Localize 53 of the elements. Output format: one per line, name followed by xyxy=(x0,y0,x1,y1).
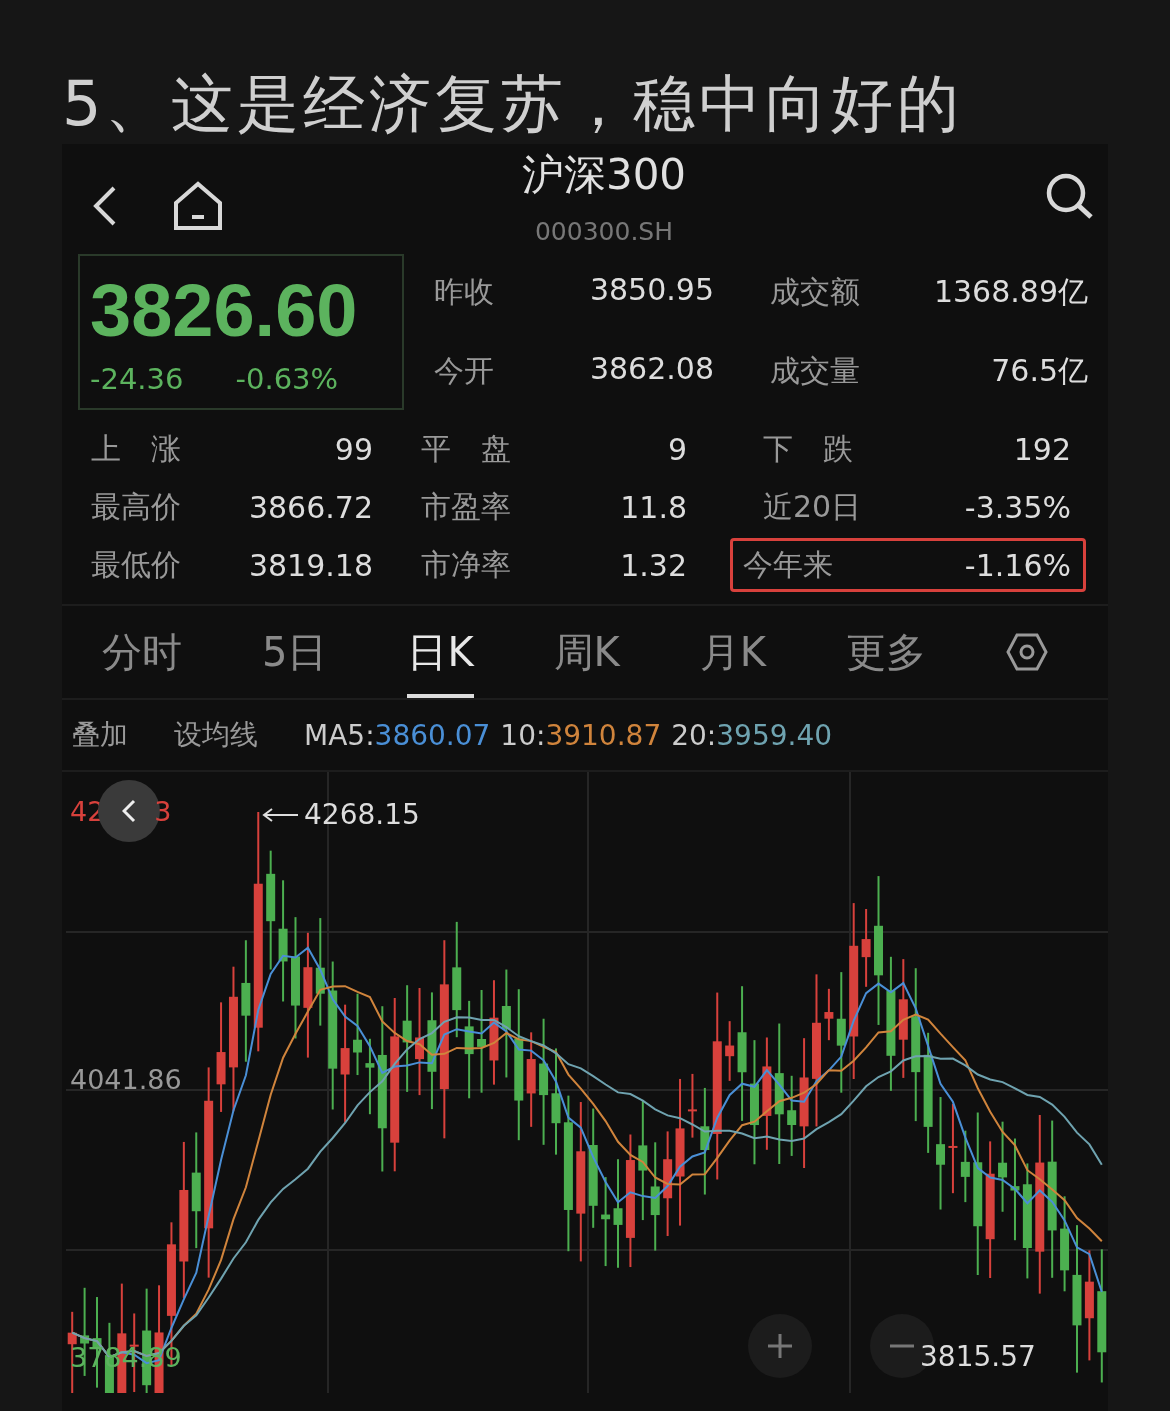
ma-reading: 20:3959.40 xyxy=(671,718,833,752)
price-label: 3 xyxy=(154,795,172,827)
stat-label: 平 盘 xyxy=(421,429,511,468)
stat-value: 9 xyxy=(667,431,687,467)
chart-tab[interactable]: 分时 xyxy=(102,606,182,698)
arrow-icon xyxy=(262,807,300,822)
stat-label: 最低价 xyxy=(91,545,181,584)
ma-reading: 10:3910.87 xyxy=(500,718,662,752)
field-label: 成交额 xyxy=(769,273,861,311)
stat-value: 192 xyxy=(1013,431,1071,467)
caption: 5、这是经济复苏，稳中向好的 xyxy=(61,66,965,142)
stock-code: 000300.SH xyxy=(534,216,673,246)
stat-label: 下 跌 xyxy=(763,429,853,468)
field-label: 成交量 xyxy=(769,352,861,390)
stat-label: 市盈率 xyxy=(421,487,511,526)
field-value: 3862.08 xyxy=(588,351,714,388)
chart-tab[interactable]: 5日 xyxy=(261,606,328,698)
field-value: 1368.89亿 xyxy=(932,273,1088,311)
stat-value: 11.8 xyxy=(620,489,687,525)
stat-value: -1.16% xyxy=(964,547,1071,583)
stock-title: 沪深300 xyxy=(521,148,687,201)
ma-reading: MA5:3860.07 xyxy=(304,718,491,752)
home-icon[interactable] xyxy=(172,181,224,231)
field-value: 3850.95 xyxy=(588,272,714,309)
overlay-button[interactable]: 叠加 xyxy=(72,716,128,754)
last-price-label: 3815.57 xyxy=(920,1340,1036,1373)
chart-tab[interactable]: 周K xyxy=(553,606,620,698)
chart-tab[interactable]: 月K xyxy=(699,606,766,698)
set-ma-button[interactable]: 设均线 xyxy=(174,716,258,754)
price-change: -24.36 xyxy=(90,362,184,396)
chart-tab[interactable]: 更多 xyxy=(846,606,926,698)
field-value: 76.5亿 xyxy=(990,352,1088,390)
stat-value: 99 xyxy=(334,431,373,467)
chevron-left-icon xyxy=(122,799,137,823)
field-label: 今开 xyxy=(434,352,495,390)
stat-label: 市净率 xyxy=(421,545,511,584)
chart-tab[interactable]: 日K xyxy=(407,606,474,698)
stat-label: 近20日 xyxy=(763,487,862,526)
stat-label: 上 涨 xyxy=(91,429,181,468)
settings-icon[interactable] xyxy=(1005,632,1048,672)
max-price-label: 4268.15 xyxy=(304,798,420,831)
stat-label: 今年来 xyxy=(743,545,833,584)
minus-icon xyxy=(888,1344,916,1348)
stat-value: -3.35% xyxy=(964,489,1071,525)
stat-value: 3819.18 xyxy=(248,547,373,583)
stat-value: 3866.72 xyxy=(248,489,373,525)
plus-icon xyxy=(766,1332,794,1360)
field-label: 昨收 xyxy=(434,273,495,311)
stat-value: 1.32 xyxy=(620,547,687,583)
last-price: 3826.60 xyxy=(90,268,358,354)
price-label: 4041.86 xyxy=(70,1064,182,1095)
percent-change: -0.63% xyxy=(235,362,339,396)
stat-label: 最高价 xyxy=(91,487,181,526)
